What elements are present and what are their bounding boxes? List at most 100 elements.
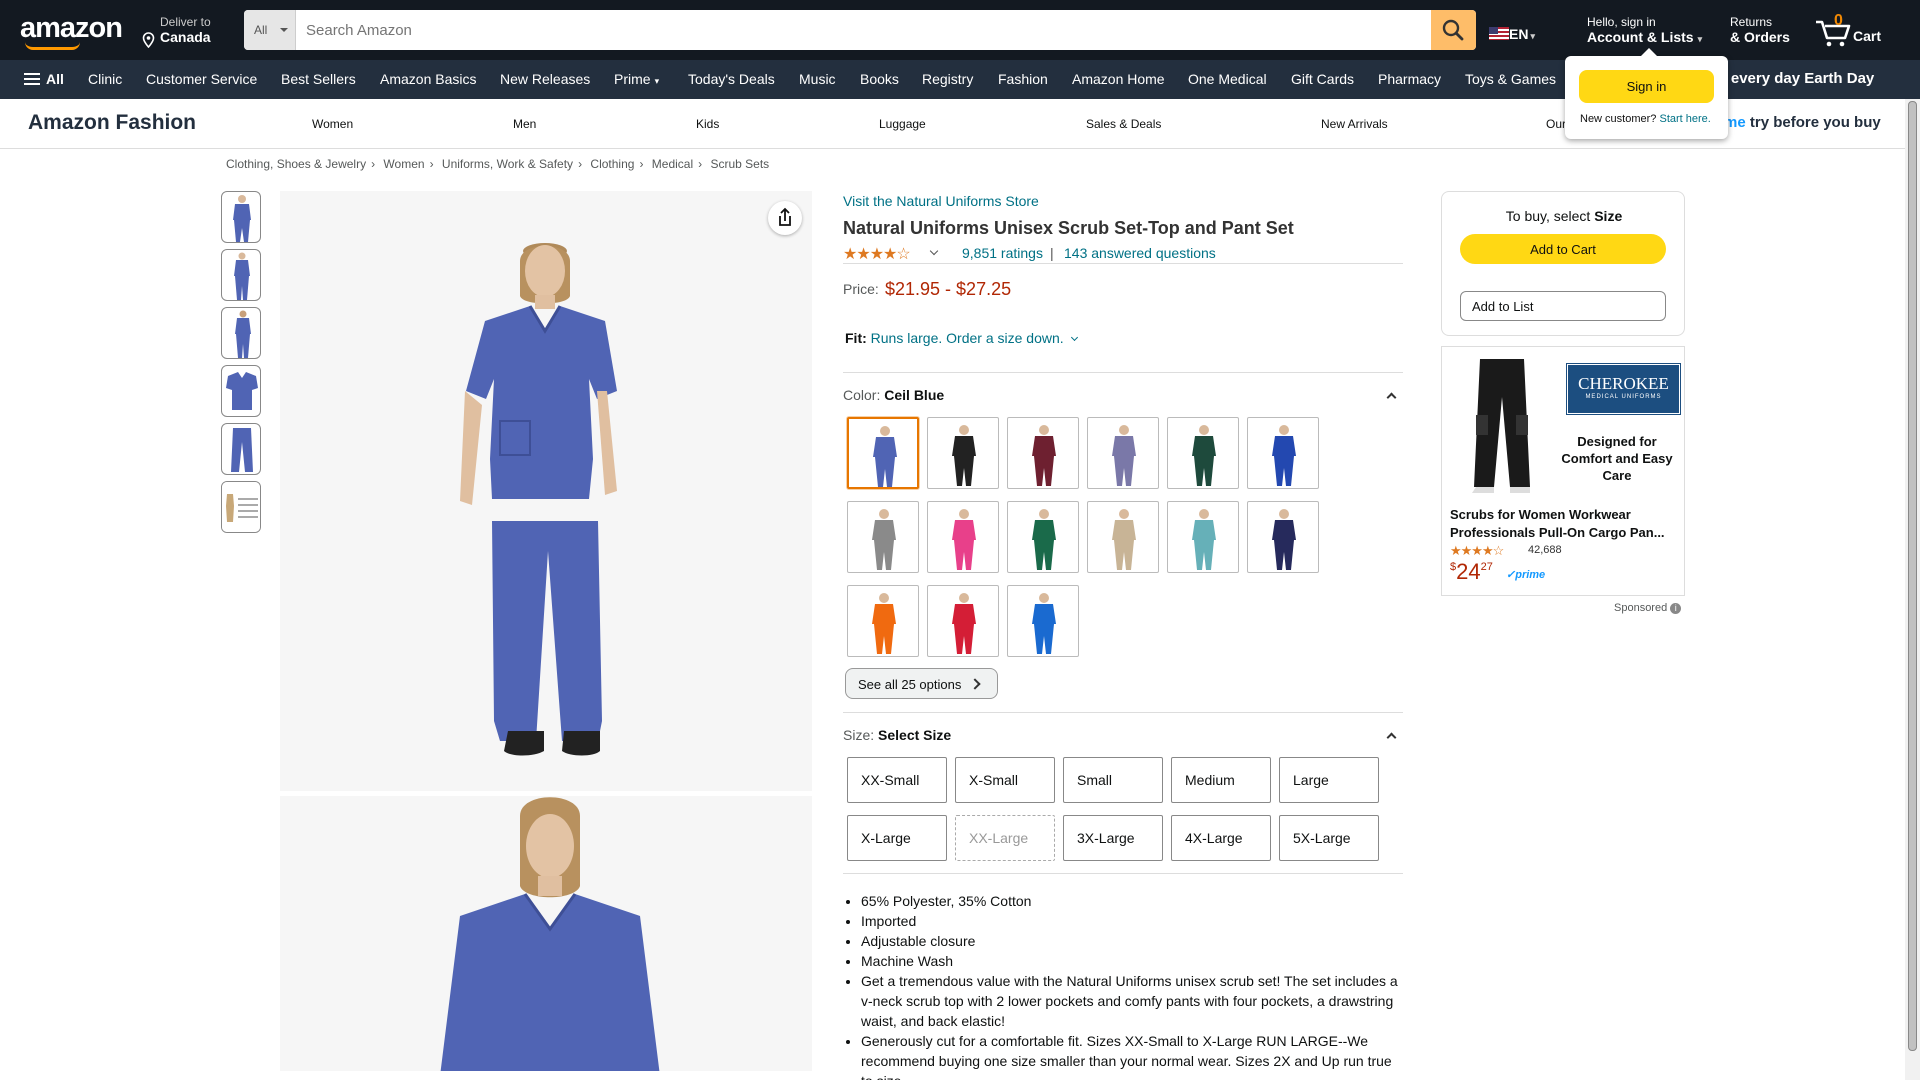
secondary-product-image[interactable]: [280, 796, 812, 1071]
add-to-cart-button[interactable]: Add to Cart: [1460, 234, 1666, 264]
size-option-large[interactable]: Large: [1279, 757, 1379, 803]
visit-store-link[interactable]: Visit the Natural Uniforms Store: [843, 193, 1039, 209]
new-customer-label: New customer?: [1580, 113, 1657, 125]
fashion-cat-women[interactable]: Women: [312, 117, 353, 131]
feature-bullet: 65% Polyester, 35% Cotton: [861, 891, 1403, 911]
fit-text[interactable]: Runs large. Order a size down.: [871, 330, 1064, 346]
see-all-options-button[interactable]: See all 25 options: [845, 668, 998, 699]
nav-item-customer-service[interactable]: Customer Service: [146, 71, 257, 87]
product-thumbnail[interactable]: [221, 191, 261, 243]
scrollbar-thumb[interactable]: [1908, 101, 1917, 1051]
color-swatch[interactable]: [1247, 417, 1319, 489]
color-swatch[interactable]: [1087, 501, 1159, 573]
chevron-down-icon[interactable]: [929, 246, 939, 256]
nav-item-pharmacy[interactable]: Pharmacy: [1378, 71, 1441, 87]
breadcrumb-item[interactable]: Medical: [652, 157, 693, 171]
nav-item-fashion[interactable]: Fashion: [998, 71, 1048, 87]
nav-item-new-releases[interactable]: New Releases: [500, 71, 590, 87]
color-swatch[interactable]: [1087, 417, 1159, 489]
color-swatch[interactable]: [927, 417, 999, 489]
fashion-cat-men[interactable]: Men: [513, 117, 536, 131]
add-to-list-button[interactable]: Add to List: [1460, 291, 1666, 321]
sign-in-button[interactable]: Sign in: [1579, 70, 1714, 103]
search-category-dropdown[interactable]: All: [244, 10, 296, 50]
ad-product-title[interactable]: Scrubs for Women Workwear Professionals …: [1450, 506, 1680, 542]
nav-item-music[interactable]: Music: [799, 71, 836, 87]
language-selector[interactable]: EN ▾: [1489, 26, 1535, 42]
fashion-cat-our[interactable]: Our: [1546, 117, 1566, 131]
search-input[interactable]: [296, 10, 1426, 50]
star-rating-icon[interactable]: ★★★★☆: [843, 244, 911, 264]
nav-item-toys-games[interactable]: Toys & Games: [1465, 71, 1556, 87]
page-scrollbar[interactable]: [1905, 99, 1920, 1080]
color-swatch[interactable]: [1247, 501, 1319, 573]
size-option-4x-large[interactable]: 4X-Large: [1171, 815, 1271, 861]
color-swatch[interactable]: [847, 417, 919, 489]
breadcrumb-item[interactable]: Clothing: [590, 157, 634, 171]
nav-item-gift-cards[interactable]: Gift Cards: [1291, 71, 1354, 87]
share-button[interactable]: [768, 201, 802, 235]
cart-button[interactable]: 0 Cart: [1814, 12, 1884, 48]
account-lists[interactable]: Hello, sign in Account & Lists ▾: [1587, 15, 1702, 45]
size-option-5x-large[interactable]: 5X-Large: [1279, 815, 1379, 861]
fashion-cat-sales-deals[interactable]: Sales & Deals: [1086, 117, 1161, 131]
nav-item-amazon-home[interactable]: Amazon Home: [1072, 71, 1165, 87]
size-option-medium[interactable]: Medium: [1171, 757, 1271, 803]
product-thumbnail[interactable]: [221, 481, 261, 533]
color-swatch[interactable]: [1007, 417, 1079, 489]
fit-info[interactable]: Fit: Runs large. Order a size down.: [845, 330, 1078, 346]
nav-item-amazon-basics[interactable]: Amazon Basics: [380, 71, 476, 87]
divider: [843, 372, 1403, 373]
product-thumbnail[interactable]: [221, 307, 261, 359]
size-option-x-small[interactable]: X-Small: [955, 757, 1055, 803]
nav-item-best-sellers[interactable]: Best Sellers: [281, 71, 356, 87]
ratings-count-link[interactable]: 9,851 ratings: [962, 245, 1043, 261]
collapse-color-icon[interactable]: [1386, 392, 1397, 403]
returns-orders[interactable]: Returns & Orders: [1730, 15, 1790, 45]
amazon-fashion-logo[interactable]: Amazon Fashion: [28, 111, 196, 135]
nav-item-books[interactable]: Books: [860, 71, 899, 87]
nav-item-prime[interactable]: Prime ▾: [614, 71, 659, 87]
scrub-color-image: [1272, 425, 1296, 486]
color-swatch[interactable]: [1167, 501, 1239, 573]
nav-item-clinic[interactable]: Clinic: [88, 71, 122, 87]
cherokee-brand-name: CHEROKEE: [1578, 374, 1669, 393]
size-option-xx-large-unavailable[interactable]: XX-Large: [955, 815, 1055, 861]
nav-item-registry[interactable]: Registry: [922, 71, 973, 87]
breadcrumb-item[interactable]: Uniforms, Work & Safety: [442, 157, 573, 171]
fashion-cat-kids[interactable]: Kids: [696, 117, 719, 131]
nav-item-todays-deals[interactable]: Today's Deals: [688, 71, 775, 87]
size-option-3x-large[interactable]: 3X-Large: [1063, 815, 1163, 861]
product-thumbnail[interactable]: [221, 423, 261, 475]
prime-try-before-you-buy[interactable]: me try before you buy: [1724, 114, 1881, 131]
color-swatch[interactable]: [927, 501, 999, 573]
start-here-link[interactable]: Start here.: [1659, 113, 1710, 125]
fashion-cat-luggage[interactable]: Luggage: [879, 117, 926, 131]
info-icon[interactable]: i: [1670, 603, 1682, 614]
product-thumbnail[interactable]: [221, 249, 261, 301]
product-thumbnail[interactable]: [221, 365, 261, 417]
collapse-size-icon[interactable]: [1386, 732, 1397, 743]
search-button[interactable]: [1431, 10, 1476, 50]
size-option-xx-small[interactable]: XX-Small: [847, 757, 947, 803]
all-menu-button[interactable]: All: [24, 71, 64, 87]
fashion-cat-new-arrivals[interactable]: New Arrivals: [1321, 117, 1388, 131]
deliver-to[interactable]: Deliver to Canada: [142, 15, 211, 48]
amazon-logo[interactable]: amazon: [20, 12, 123, 45]
breadcrumb-item[interactable]: Clothing, Shoes & Jewelry: [226, 157, 366, 171]
color-swatch[interactable]: [847, 501, 919, 573]
breadcrumb-item[interactable]: Women: [383, 157, 424, 171]
size-option-small[interactable]: Small: [1063, 757, 1163, 803]
nav-item-one-medical[interactable]: One Medical: [1188, 71, 1267, 87]
color-swatch[interactable]: [1007, 501, 1079, 573]
color-swatch[interactable]: [847, 585, 919, 657]
answered-questions-link[interactable]: 143 answered questions: [1064, 245, 1216, 261]
main-product-image[interactable]: [280, 191, 812, 791]
color-swatch[interactable]: [1167, 417, 1239, 489]
breadcrumb-item[interactable]: Scrub Sets: [710, 157, 769, 171]
earth-day-promo[interactable]: ke every day Earth Day: [1710, 70, 1874, 87]
color-swatch[interactable]: [1007, 585, 1079, 657]
color-swatch[interactable]: [927, 585, 999, 657]
size-option-x-large[interactable]: X-Large: [847, 815, 947, 861]
sponsored-ad[interactable]: CHEROKEE MEDICAL UNIFORMS Designed for C…: [1441, 346, 1685, 596]
